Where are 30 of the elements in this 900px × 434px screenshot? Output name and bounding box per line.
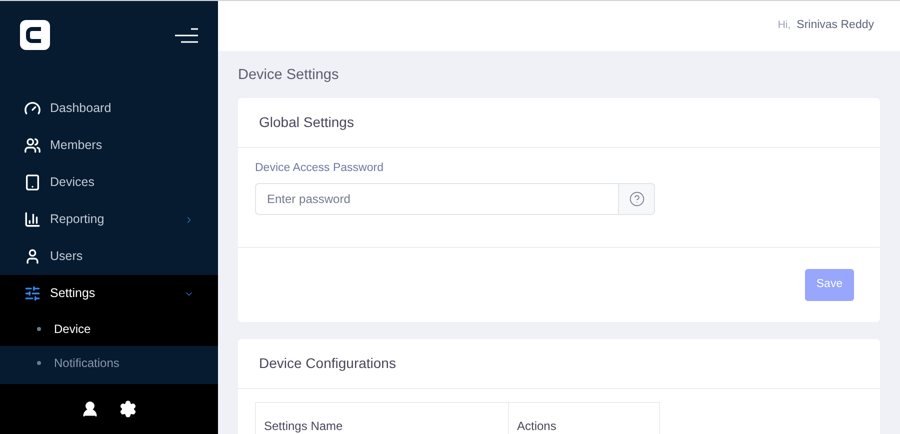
sidebar-item[interactable]: Settings xyxy=(0,275,218,312)
field-label: Device Access Password xyxy=(255,160,384,176)
sidebar-item[interactable]: Reporting xyxy=(0,201,218,238)
sliders-icon xyxy=(24,285,41,302)
submenu-item[interactable]: Notifications xyxy=(0,346,218,380)
top-bar: Hi, Srinivas Reddy xyxy=(218,1,900,51)
bar-chart-icon xyxy=(24,211,41,228)
help-icon[interactable] xyxy=(628,191,644,207)
user-status-icon[interactable] xyxy=(81,400,99,418)
sidebar-item[interactable]: Dashboard xyxy=(0,90,218,127)
people-icon xyxy=(24,137,41,154)
sidebar-item[interactable]: Users xyxy=(0,238,218,275)
submenu-item[interactable]: Device xyxy=(0,312,218,346)
sidebar-item[interactable]: Devices xyxy=(0,164,218,201)
bullet-icon xyxy=(37,361,41,365)
password-field[interactable]: Enter password xyxy=(255,183,619,215)
column-header: Actions xyxy=(516,418,558,434)
logo-icon xyxy=(20,20,50,50)
menu-icon[interactable] xyxy=(175,28,198,42)
card-title: Device Configurations xyxy=(259,354,396,373)
page-title: Device Settings xyxy=(238,66,340,85)
settings-icon[interactable] xyxy=(119,400,137,418)
user-name[interactable]: Srinivas Reddy xyxy=(796,17,874,35)
column-header: Settings Name xyxy=(256,402,509,434)
user-icon xyxy=(24,248,41,265)
gauge-icon xyxy=(24,100,41,117)
bullet-icon xyxy=(37,327,41,331)
card-title: Global Settings xyxy=(259,112,354,132)
sidebar-item[interactable]: Members xyxy=(0,127,218,164)
tablet-icon xyxy=(24,174,41,191)
